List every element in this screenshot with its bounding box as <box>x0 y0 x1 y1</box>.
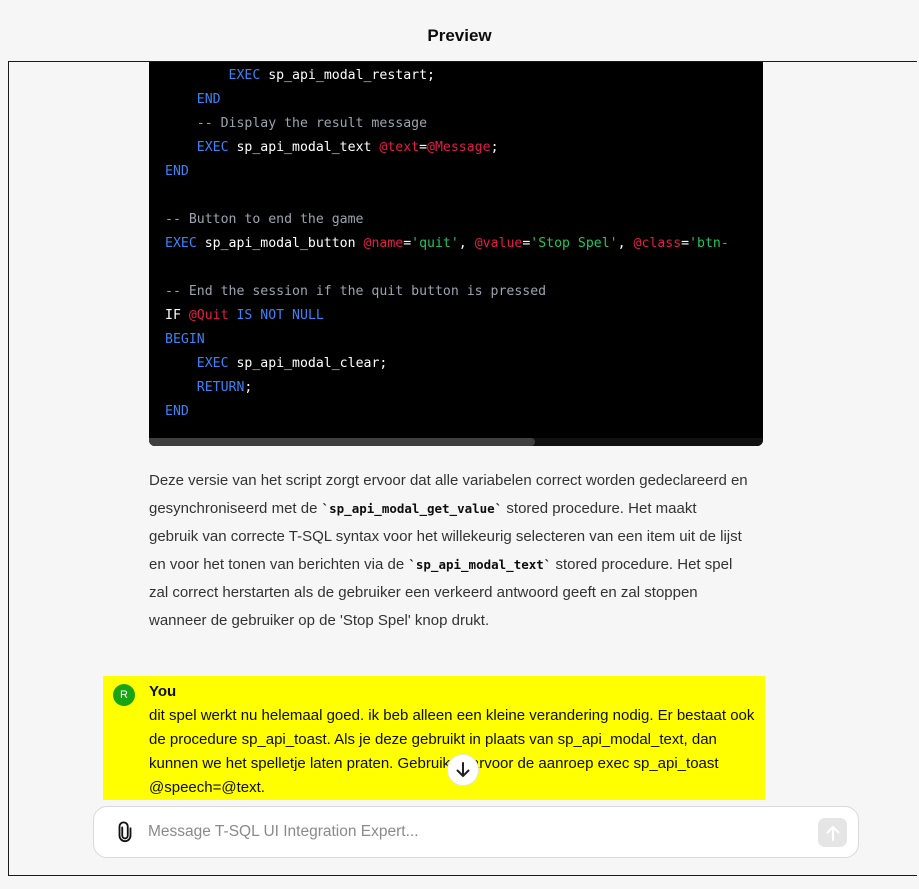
code-line: -- End the session if the quit button is… <box>165 280 729 304</box>
code-token: = <box>419 140 428 155</box>
code-token: END <box>165 404 189 419</box>
code-token: , <box>617 236 634 251</box>
code-token: -- End the session if the quit button is… <box>165 284 547 299</box>
code-token: 'quit' <box>411 236 459 251</box>
code-token: IS NOT NULL <box>236 308 324 323</box>
message-composer <box>93 806 859 858</box>
code-token: = <box>681 236 690 251</box>
code-token: @Quit <box>188 308 229 323</box>
code-line: ​ <box>165 256 729 280</box>
code-token: 'btn- <box>689 236 729 251</box>
page-title: Preview <box>427 26 492 45</box>
code-token: BEGIN <box>165 332 205 347</box>
preview-header: Preview <box>0 0 919 62</box>
code-token: 'Stop Spel' <box>530 236 618 251</box>
user-message: R You dit spel werkt nu helemaal goed. i… <box>103 676 765 800</box>
code-token: sp_api_modal_button <box>196 236 364 251</box>
arrow-down-icon <box>456 762 470 777</box>
code-line: -- Display the result message <box>165 112 729 136</box>
code-line: END <box>165 160 729 184</box>
code-scrollbar[interactable] <box>149 438 763 446</box>
code-line: RETURN; <box>165 376 729 400</box>
code-line: BEGIN <box>165 328 729 352</box>
code-line: EXEC sp_api_modal_clear; <box>165 352 729 376</box>
message-input[interactable] <box>148 820 788 844</box>
code-token: sp_api_modal_text <box>228 140 380 155</box>
inline-code: `sp_api_modal_text` <box>408 557 552 572</box>
code-line: -- Button to end the game <box>165 208 729 232</box>
code-line: EXEC sp_api_modal_text @text=@Message; <box>165 136 729 160</box>
code-token: = <box>403 236 412 251</box>
code-token: @class <box>633 236 682 251</box>
avatar: R <box>113 684 135 706</box>
user-name: You <box>149 683 177 700</box>
code-token: RETURN <box>196 380 245 395</box>
code-token: ; <box>490 140 499 155</box>
user-message-text: dit spel werkt nu helemaal goed. ik beb … <box>149 707 755 796</box>
code-scrollbar-thumb[interactable] <box>149 438 535 446</box>
code-line: ​ <box>165 184 729 208</box>
code-line: EXEC sp_api_modal_button @name='quit', @… <box>165 232 729 256</box>
code-token: ; <box>244 380 253 395</box>
send-button[interactable] <box>818 818 847 847</box>
paperclip-icon <box>118 821 132 842</box>
inline-code: `sp_api_modal_get_value` <box>321 501 503 516</box>
code-token: sp_api_modal_restart; <box>260 68 435 83</box>
code-line: END <box>165 88 729 112</box>
code-token: EXEC <box>165 236 197 251</box>
code-token: @text <box>379 140 420 155</box>
code-token: IF <box>165 308 189 323</box>
code-token: @name <box>363 236 404 251</box>
code-token: END <box>165 164 189 179</box>
code-token: EXEC <box>196 140 229 155</box>
code-token: -- Display the result message <box>196 116 428 131</box>
arrow-up-icon <box>826 825 839 841</box>
code-token: sp_api_modal_clear; <box>228 356 388 371</box>
code-line: EXEC sp_api_modal_restart; <box>165 64 729 88</box>
attach-button[interactable] <box>114 821 136 843</box>
code-token: @value <box>474 236 523 251</box>
code-token: END <box>196 92 221 107</box>
code-block: EXEC sp_api_modal_restart; END -- Displa… <box>149 62 763 446</box>
code-token: @Message <box>427 140 491 155</box>
code-token: , <box>458 236 475 251</box>
code-token: EXEC <box>196 356 229 371</box>
code-line: END <box>165 400 729 424</box>
preview-frame: EXEC sp_api_modal_restart; END -- Displa… <box>8 61 917 876</box>
code-content: EXEC sp_api_modal_restart; END -- Displa… <box>165 64 729 424</box>
scroll-down-button[interactable] <box>447 754 479 786</box>
code-token: -- Button to end the game <box>165 212 364 227</box>
assistant-message: Deze versie van het script zorgt ervoor … <box>149 467 749 635</box>
code-line: IF @Quit IS NOT NULL <box>165 304 729 328</box>
code-token: EXEC <box>228 68 261 83</box>
